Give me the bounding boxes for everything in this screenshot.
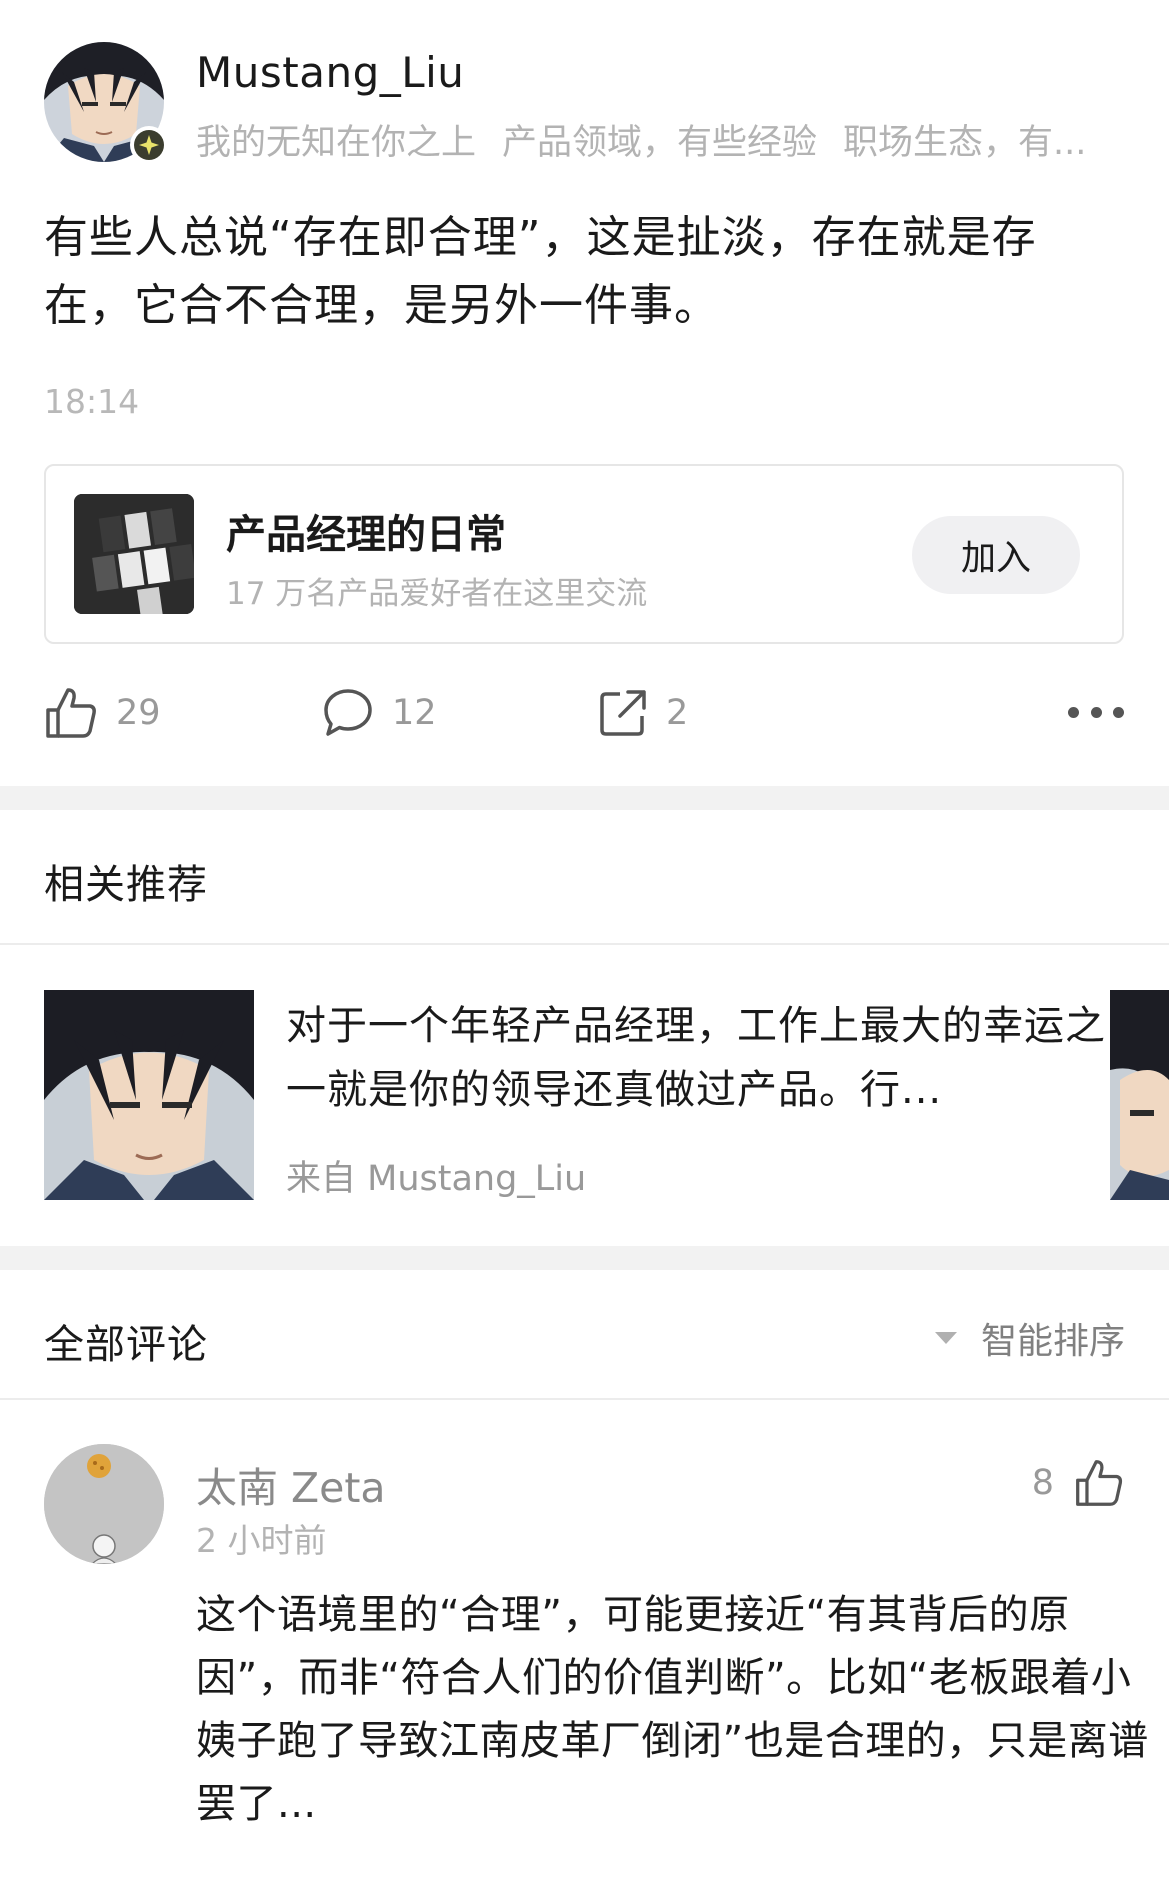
commenter-avatar[interactable]: [44, 1444, 164, 1564]
share-count: 2: [666, 693, 689, 733]
like-count: 29: [116, 693, 161, 733]
related-section-title: 相关推荐: [44, 862, 208, 908]
group-thumbnail: [74, 494, 194, 614]
post-text: 有些人总说“存在即合理”，这是扯淡，存在就是存在，它合不合理，是另外一件事。: [44, 212, 1037, 331]
related-item-source: 来自 Mustang_Liu: [286, 1159, 587, 1199]
like-button[interactable]: 29: [44, 680, 161, 746]
author-name[interactable]: Mustang_Liu: [196, 48, 464, 97]
thumbs-up-icon: [46, 688, 96, 738]
author-avatar[interactable]: [44, 42, 168, 164]
comment-item: 太南 Zeta 2 小时前 8 这个语境里的“合理”，可能更接近“有其背后的原因…: [44, 1444, 1148, 1864]
section-divider: [0, 786, 1169, 810]
next-related-item-thumbnail[interactable]: [1110, 990, 1169, 1200]
join-group-button[interactable]: 加入: [912, 516, 1080, 594]
author-tag: 职场生态，有...: [843, 123, 1087, 163]
post-header: Mustang_Liu 我的无知在你之上 产品领域，有些经验 职场生态，有...: [44, 42, 1124, 166]
related-item[interactable]: 对于一个年轻产品经理，工作上最大的幸运之一就是你的领导还真做过产品。行... 来…: [44, 990, 1169, 1200]
author-tag: 产品领域，有些经验: [502, 123, 818, 163]
comment-like-button[interactable]: 8: [1032, 1458, 1124, 1508]
share-icon: [600, 690, 646, 736]
sort-dropdown[interactable]: 智能排序: [934, 1312, 1125, 1364]
thumbs-up-icon: [1076, 1460, 1123, 1506]
more-dots-icon[interactable]: [1068, 692, 1124, 732]
author-tags: 我的无知在你之上 产品领域，有些经验 职场生态，有...: [196, 114, 1124, 165]
comment-button[interactable]: 12: [322, 680, 437, 746]
related-item-title: 对于一个年轻产品经理，工作上最大的幸运之一就是你的领导还真做过产品。行...: [286, 1003, 1106, 1113]
comment-text: 这个语境里的“合理”，可能更接近“有其背后的原因”，而非“符合人们的价值判断”。…: [196, 1592, 1149, 1827]
comment-count: 12: [392, 693, 437, 733]
sort-label: 智能排序: [980, 1321, 1125, 1362]
group-card[interactable]: 产品经理的日常 17 万名产品爱好者在这里交流 加入: [44, 464, 1124, 644]
section-divider: [0, 1246, 1169, 1270]
group-subtitle: 17 万名产品爱好者在这里交流: [226, 576, 648, 612]
commenter-name[interactable]: 太南 Zeta: [196, 1454, 386, 1514]
author-tag: 我的无知在你之上: [196, 123, 477, 163]
comments-section-title: 全部评论: [44, 1322, 208, 1368]
divider: [0, 943, 1169, 945]
action-bar: 29 12 2: [44, 680, 1124, 746]
group-title: 产品经理的日常: [226, 512, 506, 558]
related-item-thumbnail: [44, 990, 254, 1200]
verified-badge-icon: [130, 126, 168, 164]
divider: [0, 1398, 1169, 1400]
comment-bubble-icon: [324, 689, 372, 736]
share-button[interactable]: 2: [598, 680, 688, 746]
post-time: 18:14: [44, 382, 140, 421]
comment-like-count: 8: [1031, 1463, 1054, 1503]
comment-time: 2 小时前: [196, 1521, 327, 1560]
caret-down-icon: [934, 1332, 957, 1344]
